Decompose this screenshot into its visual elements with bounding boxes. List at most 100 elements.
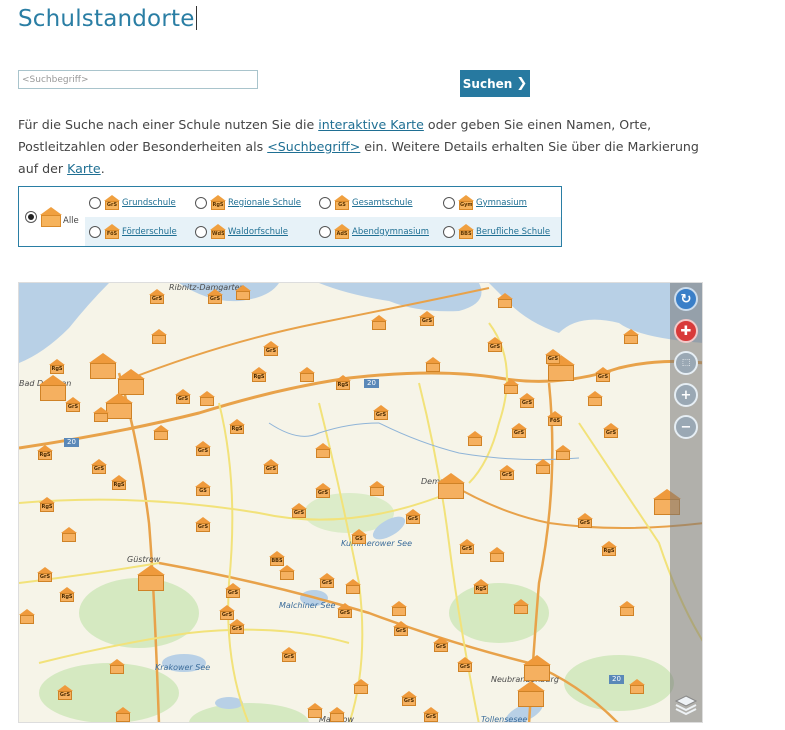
filter-option-foerderschule[interactable]: FöS Förderschule: [89, 217, 177, 246]
filter-option-waldorfschule[interactable]: WdS Waldorfschule: [195, 217, 288, 246]
pan-icon[interactable]: ✚: [674, 319, 698, 343]
radio-gesamtschule[interactable]: [319, 196, 331, 209]
interactive-map[interactable]: Ribnitz-Damgarten Bad Doberan Güstrow De…: [18, 282, 703, 723]
school-marker[interactable]: GrS: [511, 423, 527, 438]
school-marker[interactable]: GrS: [487, 337, 503, 352]
school-marker[interactable]: [353, 679, 369, 694]
school-marker[interactable]: [587, 391, 603, 406]
school-marker[interactable]: RgS: [473, 579, 489, 594]
school-marker[interactable]: GrS: [263, 459, 279, 474]
school-marker[interactable]: [307, 703, 323, 718]
school-marker[interactable]: [467, 431, 483, 446]
radio-foerderschule[interactable]: [89, 225, 101, 238]
school-marker[interactable]: [117, 369, 145, 395]
filter-option-abendgymnasium[interactable]: AdS Abendgymnasium: [319, 217, 429, 246]
school-marker[interactable]: RgS: [229, 419, 245, 434]
school-marker[interactable]: [535, 459, 551, 474]
filter-label[interactable]: Grundschule: [122, 198, 176, 208]
school-marker[interactable]: [109, 659, 125, 674]
school-marker[interactable]: [315, 443, 331, 458]
school-marker[interactable]: [345, 579, 361, 594]
radio-gymnasium[interactable]: [443, 196, 455, 209]
school-marker[interactable]: [61, 527, 77, 542]
radio-waldorfschule[interactable]: [195, 225, 207, 238]
school-marker[interactable]: [299, 367, 315, 382]
school-marker[interactable]: GrS: [545, 349, 561, 364]
radio-grundschule[interactable]: [89, 196, 101, 209]
school-marker[interactable]: GrS: [281, 647, 297, 662]
school-marker[interactable]: [199, 391, 215, 406]
school-marker[interactable]: GrS: [433, 637, 449, 652]
school-marker[interactable]: [93, 407, 109, 422]
filter-option-regionale-schule[interactable]: RgS Regionale Schule: [195, 188, 301, 217]
zoom-out-icon[interactable]: −: [674, 415, 698, 439]
school-marker[interactable]: GrS: [229, 619, 245, 634]
school-marker[interactable]: GrS: [219, 605, 235, 620]
school-marker[interactable]: [105, 393, 133, 419]
school-marker[interactable]: BBS: [269, 551, 285, 566]
school-marker[interactable]: RgS: [251, 367, 267, 382]
school-marker[interactable]: GS: [351, 529, 367, 544]
school-marker[interactable]: [503, 379, 519, 394]
search-term-link[interactable]: <Suchbegriff>: [267, 139, 360, 154]
school-marker[interactable]: GrS: [459, 539, 475, 554]
school-marker[interactable]: RgS: [37, 445, 53, 460]
filter-label[interactable]: Berufliche Schule: [476, 227, 550, 237]
refresh-icon[interactable]: ↻: [674, 287, 698, 311]
filter-label[interactable]: Waldorfschule: [228, 227, 288, 237]
school-marker[interactable]: [489, 547, 505, 562]
filter-label[interactable]: Abendgymnasium: [352, 227, 429, 237]
school-marker[interactable]: GrS: [423, 707, 439, 722]
school-marker[interactable]: GrS: [315, 483, 331, 498]
school-marker[interactable]: [555, 445, 571, 460]
school-marker[interactable]: GrS: [519, 393, 535, 408]
school-marker[interactable]: GrS: [291, 503, 307, 518]
school-marker[interactable]: GrS: [207, 289, 223, 304]
school-marker[interactable]: [89, 353, 117, 379]
filter-label[interactable]: Förderschule: [122, 227, 177, 237]
school-marker[interactable]: GrS: [603, 423, 619, 438]
school-marker[interactable]: [513, 599, 529, 614]
school-marker[interactable]: [425, 357, 441, 372]
school-marker[interactable]: [517, 681, 545, 707]
radio-regionale-schule[interactable]: [195, 196, 207, 209]
school-marker[interactable]: RgS: [601, 541, 617, 556]
school-marker[interactable]: GrS: [457, 657, 473, 672]
school-marker[interactable]: GrS: [195, 441, 211, 456]
school-marker[interactable]: GrS: [65, 397, 81, 412]
school-marker[interactable]: FöS: [547, 411, 563, 426]
filter-option-grundschule[interactable]: GrS Grundschule: [89, 188, 176, 217]
filter-option-berufliche-schule[interactable]: BBS Berufliche Schule: [443, 217, 550, 246]
school-marker[interactable]: GrS: [149, 289, 165, 304]
school-marker[interactable]: GrS: [337, 603, 353, 618]
school-marker[interactable]: GrS: [419, 311, 435, 326]
filter-option-gesamtschule[interactable]: GS Gesamtschule: [319, 188, 413, 217]
school-marker[interactable]: RgS: [335, 375, 351, 390]
school-marker[interactable]: GrS: [393, 621, 409, 636]
filter-option-gymnasium[interactable]: Gym Gymnasium: [443, 188, 527, 217]
school-marker[interactable]: [137, 565, 165, 591]
school-marker[interactable]: GrS: [263, 341, 279, 356]
radio-abendgymnasium[interactable]: [319, 225, 331, 238]
school-marker[interactable]: [279, 565, 295, 580]
zoom-box-icon[interactable]: ⬚: [674, 351, 698, 375]
zoom-in-icon[interactable]: +: [674, 383, 698, 407]
school-marker[interactable]: GrS: [595, 367, 611, 382]
filter-option-all[interactable]: Alle: [19, 187, 85, 246]
school-marker[interactable]: GS: [195, 481, 211, 496]
school-marker[interactable]: GrS: [499, 465, 515, 480]
school-marker[interactable]: [151, 329, 167, 344]
school-marker[interactable]: [523, 655, 551, 681]
school-marker[interactable]: [391, 601, 407, 616]
school-marker[interactable]: RgS: [49, 359, 65, 374]
school-marker[interactable]: GrS: [195, 517, 211, 532]
school-marker[interactable]: [497, 293, 513, 308]
radio-berufliche-schule[interactable]: [443, 225, 455, 238]
layers-icon[interactable]: [674, 693, 700, 719]
school-marker[interactable]: RgS: [59, 587, 75, 602]
school-marker[interactable]: GrS: [175, 389, 191, 404]
school-marker[interactable]: [329, 707, 345, 722]
school-marker[interactable]: [235, 285, 251, 300]
search-button[interactable]: Suchen ❯: [460, 70, 530, 97]
school-marker[interactable]: [437, 473, 465, 499]
